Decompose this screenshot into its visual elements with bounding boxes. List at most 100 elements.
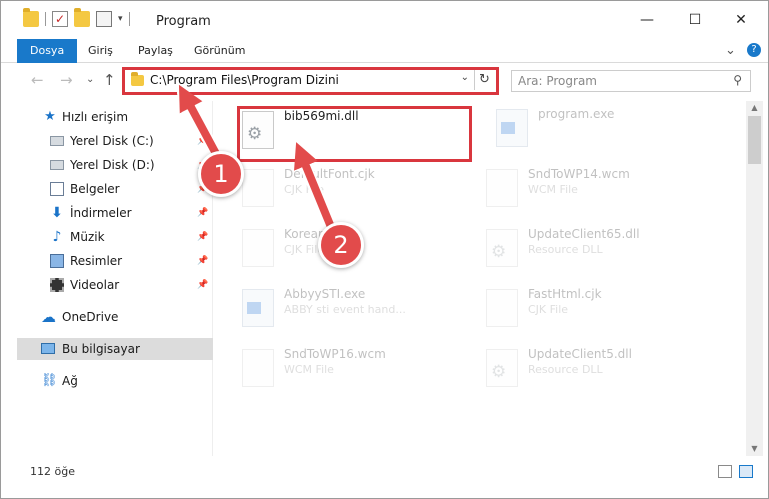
sidebar-item-label: Yerel Disk (C:) — [70, 134, 154, 148]
sidebar-item-videos[interactable]: Videolar 📌 — [17, 274, 213, 296]
window-title: Program — [156, 14, 211, 29]
back-arrow-icon[interactable]: ← — [31, 71, 44, 89]
file-item[interactable]: bib569mi.dll — [242, 103, 482, 153]
star-icon: ★ — [44, 109, 56, 124]
sidebar-item-label: Resimler — [70, 254, 123, 268]
details-view-icon[interactable] — [718, 465, 732, 478]
cloud-icon: ☁ — [41, 308, 56, 326]
file-item[interactable]: DefaultFont.cjk CJK File — [242, 161, 482, 211]
sidebar-item-label: Yerel Disk (D:) — [70, 158, 155, 172]
new-folder-icon[interactable] — [74, 8, 90, 27]
properties-icon[interactable] — [96, 11, 112, 27]
file-type: CJK File — [528, 303, 569, 316]
file-icon — [242, 349, 274, 387]
tab-giris[interactable]: Giriş — [88, 39, 113, 63]
file-type: WCM File — [528, 183, 578, 196]
videos-icon — [50, 278, 64, 292]
sidebar-item-label: İndirmeler — [70, 206, 132, 220]
properties-check-icon[interactable]: ✓ — [52, 11, 68, 27]
dll-gear-icon — [486, 349, 518, 387]
sidebar-item-label: Ağ — [62, 374, 78, 388]
sidebar-item-label: Müzik — [70, 230, 105, 244]
file-type: CJK File — [284, 183, 325, 196]
step-badge-2: 2 — [318, 222, 364, 268]
pictures-icon — [50, 254, 64, 268]
dll-gear-icon — [242, 111, 274, 149]
up-arrow-icon[interactable]: ↑ — [103, 71, 116, 89]
vertical-scrollbar[interactable]: ▲ ▼ — [746, 101, 763, 456]
exe-icon — [242, 289, 274, 327]
tab-dosya[interactable]: Dosya — [17, 39, 78, 63]
expand-ribbon-chevron-icon[interactable]: ⌄ — [725, 43, 736, 58]
drive-icon — [50, 136, 64, 146]
ribbon-tabs: Dosya Giriş Paylaş Görünüm ⌄ ? — [1, 39, 768, 63]
pin-icon[interactable]: 📌 — [197, 274, 208, 296]
sidebar-item-network[interactable]: ⛓ Ağ — [17, 370, 213, 392]
address-dropdown-chevron-icon[interactable]: ⌄ — [461, 72, 469, 83]
close-button[interactable]: ✕ — [729, 9, 753, 31]
help-icon[interactable]: ? — [747, 43, 761, 57]
sidebar-item-this-pc[interactable]: Bu bilgisayar — [17, 338, 213, 360]
sidebar-item-label: OneDrive — [62, 310, 119, 324]
address-bar[interactable]: C:\Program Files\Program Dizini ⌄ ↻ — [122, 67, 499, 95]
file-type: ABBY sti event hand... — [284, 303, 406, 316]
file-type: Resource DLL — [528, 363, 603, 376]
tiles-view-icon[interactable] — [739, 465, 753, 478]
file-type: WCM File — [284, 363, 334, 376]
tab-paylas[interactable]: Paylaş — [138, 39, 173, 63]
file-icon — [242, 229, 274, 267]
item-count: 112 öğe — [30, 465, 75, 478]
file-icon — [242, 169, 274, 207]
sidebar-item-label: Bu bilgisayar — [62, 342, 140, 356]
file-type: Resource DLL — [528, 243, 603, 256]
network-icon: ⛓ — [41, 373, 58, 388]
file-name: SndToWP16.wcm — [284, 347, 386, 361]
navigation-pane: ★ Hızlı erişim Yerel Disk (C:) 📌 Yerel D… — [17, 101, 213, 456]
maximize-button[interactable]: ☐ — [683, 9, 707, 31]
pin-icon[interactable]: 📌 — [197, 226, 208, 248]
sidebar-item-music[interactable]: ♪ Müzik 📌 — [17, 226, 213, 248]
sidebar-item-drive-c[interactable]: Yerel Disk (C:) 📌 — [17, 130, 213, 152]
customize-toolbar-chevron-icon[interactable]: ▾ — [118, 14, 123, 24]
scroll-thumb[interactable] — [748, 116, 761, 164]
file-item[interactable]: UpdateClient5.dll Resource DLL — [486, 341, 726, 391]
file-item[interactable]: FastHtml.cjk CJK File — [486, 281, 726, 331]
pin-icon[interactable]: 📌 — [197, 202, 208, 224]
search-box[interactable]: Ara: Program ⚲ — [511, 70, 751, 92]
scroll-up-arrow-icon[interactable]: ▲ — [746, 101, 763, 115]
file-name: program.exe — [538, 107, 615, 121]
recent-locations-chevron-icon[interactable]: ⌄ — [86, 74, 94, 85]
toolbar-separator — [45, 12, 46, 26]
address-path[interactable]: C:\Program Files\Program Dizini — [150, 73, 339, 87]
sidebar-item-pictures[interactable]: Resimler 📌 — [17, 250, 213, 272]
file-item[interactable]: SndToWP14.wcm WCM File — [486, 161, 726, 211]
refresh-icon[interactable]: ↻ — [474, 70, 494, 90]
sidebar-item-label: Videolar — [70, 278, 120, 292]
minimize-button[interactable]: — — [635, 9, 659, 31]
sidebar-item-documents[interactable]: Belgeler 📌 — [17, 178, 213, 200]
sidebar-item-label: Belgeler — [70, 182, 120, 196]
file-item[interactable]: program.exe — [496, 101, 736, 151]
forward-arrow-icon[interactable]: → — [60, 71, 73, 89]
pin-icon[interactable]: 📌 — [197, 250, 208, 272]
title-bar: ✓ ▾ Program — ☐ ✕ — [1, 1, 768, 39]
file-item[interactable]: SndToWP16.wcm WCM File — [242, 341, 482, 391]
tab-gorunum[interactable]: Görünüm — [194, 39, 245, 63]
scroll-down-arrow-icon[interactable]: ▼ — [746, 442, 763, 456]
drive-icon — [50, 160, 64, 170]
file-item[interactable]: UpdateClient65.dll Resource DLL — [486, 221, 726, 271]
file-name: UpdateClient65.dll — [528, 227, 640, 241]
status-bar: 112 öğe — [1, 457, 768, 487]
file-name: DefaultFont.cjk — [284, 167, 375, 181]
sidebar-item-downloads[interactable]: ⬇ İndirmeler 📌 — [17, 202, 213, 224]
file-item[interactable]: AbbyySTI.exe ABBY sti event hand... — [242, 281, 482, 331]
sidebar-item-onedrive[interactable]: ☁ OneDrive — [17, 306, 213, 328]
sidebar-item-label: Hızlı erişim — [62, 110, 129, 124]
sidebar-item-drive-d[interactable]: Yerel Disk (D:) 📌 — [17, 154, 213, 176]
sidebar-item-quick-access[interactable]: ★ Hızlı erişim — [17, 106, 213, 128]
quick-access-toolbar: ✓ ▾ — [23, 8, 130, 27]
address-folder-icon — [131, 72, 144, 86]
file-explorer-window: ✓ ▾ Program — ☐ ✕ Dosya Giriş Paylaş Gör… — [0, 0, 769, 499]
pin-icon[interactable]: 📌 — [197, 130, 208, 152]
search-icon[interactable]: ⚲ — [733, 73, 742, 87]
